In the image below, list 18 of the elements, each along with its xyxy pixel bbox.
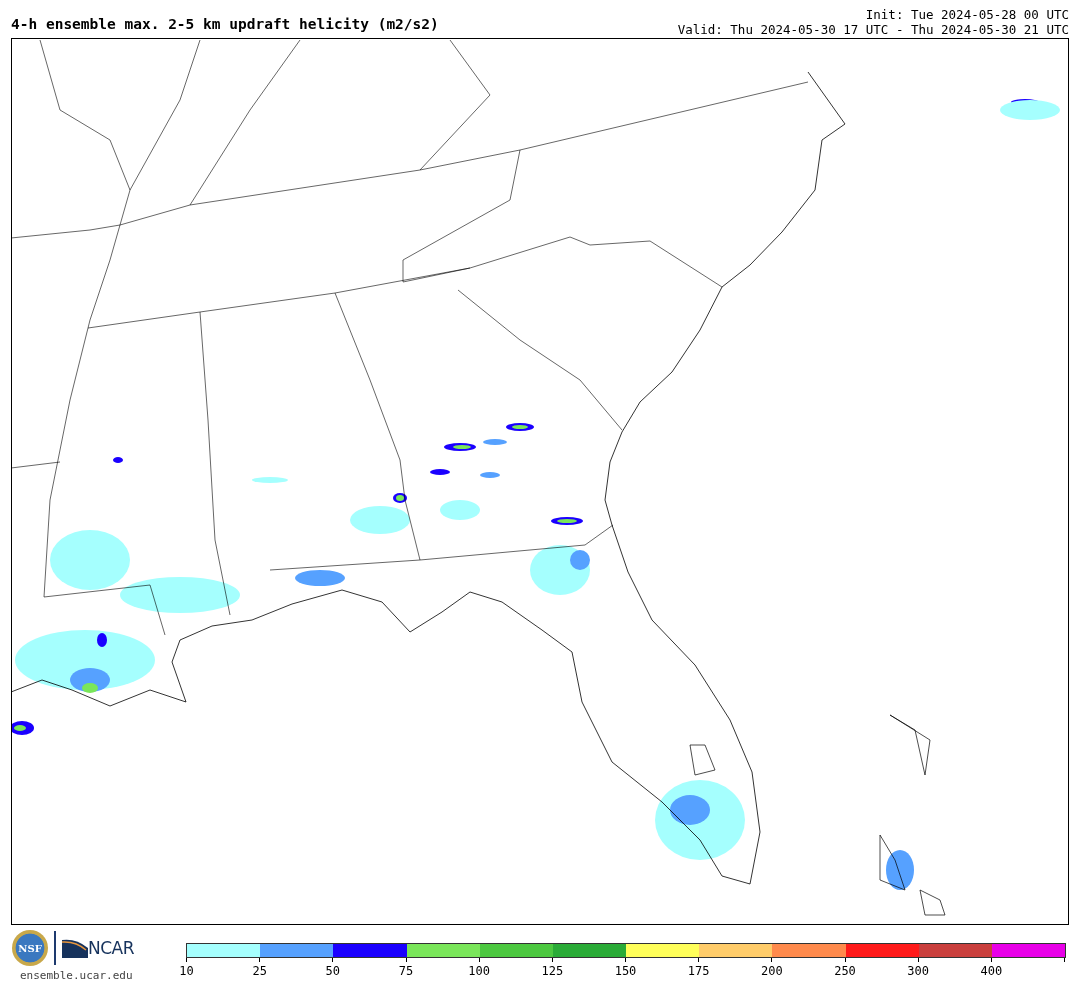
scale-label: 400 (980, 964, 1003, 978)
scale-label: 10 (179, 964, 194, 978)
valid-time: Valid: Thu 2024-05-30 17 UTC - Thu 2024-05-30 21 UTC (677, 22, 1069, 37)
chart-title: 4-h ensemble max. 2-5 km updraft helicity (m2/s2) (11, 16, 439, 32)
scale-label: 75 (398, 964, 414, 978)
swoosh-icon (62, 938, 88, 958)
scale-label: 250 (834, 964, 856, 978)
init-time: Init: Tue 2024-05-28 00 UTC (864, 7, 1069, 22)
nsf-logo: NSF (12, 930, 48, 966)
scale-label: 100 (468, 964, 490, 978)
ncar-logo: NCAR (88, 938, 135, 958)
scale-label: 175 (687, 964, 710, 978)
scale-label: 150 (614, 964, 637, 978)
scale-label: 125 (541, 964, 564, 978)
scale-label: 300 (907, 964, 929, 978)
scale-label: 50 (325, 964, 341, 978)
scale-label: 25 (252, 964, 267, 978)
scale-label: 200 (761, 964, 783, 978)
